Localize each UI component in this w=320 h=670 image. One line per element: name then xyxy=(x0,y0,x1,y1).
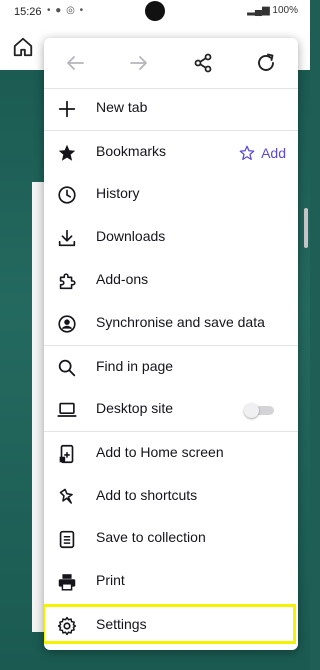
settings-highlight-box xyxy=(44,604,296,644)
browser-menu: New tab Bookmarks Add History Downloads xyxy=(44,38,298,650)
menu-item-label: Synchronise and save data xyxy=(96,314,265,330)
menu-item-label: Downloads xyxy=(96,228,166,244)
menu-item-desktop-site[interactable]: Desktop site xyxy=(44,389,298,431)
menu-item-add-ons[interactable]: Add-ons xyxy=(44,260,298,302)
menu-item-save-to-collection[interactable]: Save to collection xyxy=(44,518,298,560)
menu-divider xyxy=(44,431,298,432)
add-to-phone-icon xyxy=(56,443,78,465)
menu-item-label: History xyxy=(96,185,140,201)
menu-divider xyxy=(44,345,298,346)
menu-item-add-to-home-screen[interactable]: Add to Home screen xyxy=(44,433,298,475)
notification-icons: • ● ◎ • xyxy=(47,5,85,16)
search-icon xyxy=(56,357,78,379)
menu-divider xyxy=(44,130,298,131)
menu-item-bookmarks[interactable]: Bookmarks Add xyxy=(44,132,298,174)
account-icon xyxy=(56,313,78,335)
menu-item-label: Bookmarks xyxy=(96,143,167,159)
menu-item-label: Print xyxy=(96,572,125,588)
add-bookmark-label: Add xyxy=(261,145,286,161)
status-right: ▂▄▆ 100% xyxy=(247,5,298,16)
pin-icon xyxy=(56,486,78,508)
page-scrollbar[interactable] xyxy=(304,208,308,248)
menu-item-label: Add to shortcuts xyxy=(96,487,198,503)
forward-arrow-icon[interactable] xyxy=(127,51,151,75)
plus-icon xyxy=(56,98,78,120)
menu-item-new-tab[interactable]: New tab xyxy=(44,88,298,130)
menu-item-sync[interactable]: Synchronise and save data xyxy=(44,303,298,345)
laptop-icon xyxy=(56,399,78,421)
signal-icon: ▂▄▆ xyxy=(247,5,273,16)
status-time: 15:26 xyxy=(14,6,42,18)
status-bar: 15:26 • ● ◎ • ▂▄▆ 100% xyxy=(0,0,310,26)
battery-level: 100% xyxy=(272,5,298,16)
menu-item-print[interactable]: Print xyxy=(44,561,298,603)
menu-item-label: Add to Home screen xyxy=(96,444,224,460)
menu-item-label: New tab xyxy=(96,99,148,115)
puzzle-icon xyxy=(56,270,78,292)
menu-item-add-to-shortcuts[interactable]: Add to shortcuts xyxy=(44,476,298,518)
printer-icon xyxy=(56,571,78,593)
star-filled-icon xyxy=(56,142,78,164)
camera-cutout xyxy=(145,1,165,21)
add-bookmark-button[interactable]: Add xyxy=(238,142,286,164)
reload-icon[interactable] xyxy=(254,51,278,75)
clock-icon xyxy=(56,184,78,206)
share-icon[interactable] xyxy=(191,51,215,75)
menu-item-label: Add-ons xyxy=(96,271,149,287)
collection-icon xyxy=(56,528,78,550)
toggle-knob xyxy=(244,403,259,418)
menu-item-label: Desktop site xyxy=(96,400,174,416)
menu-item-find-in-page[interactable]: Find in page xyxy=(44,347,298,389)
back-arrow-icon[interactable] xyxy=(63,51,87,75)
menu-item-label: Find in page xyxy=(96,358,174,374)
star-outline-icon xyxy=(238,144,256,162)
desktop-site-toggle[interactable] xyxy=(244,403,276,418)
download-icon xyxy=(56,227,78,249)
menu-nav-row xyxy=(44,38,298,89)
menu-item-downloads[interactable]: Downloads xyxy=(44,217,298,259)
home-icon[interactable] xyxy=(12,36,34,58)
menu-item-history[interactable]: History xyxy=(44,174,298,216)
menu-item-label: Save to collection xyxy=(96,529,206,545)
